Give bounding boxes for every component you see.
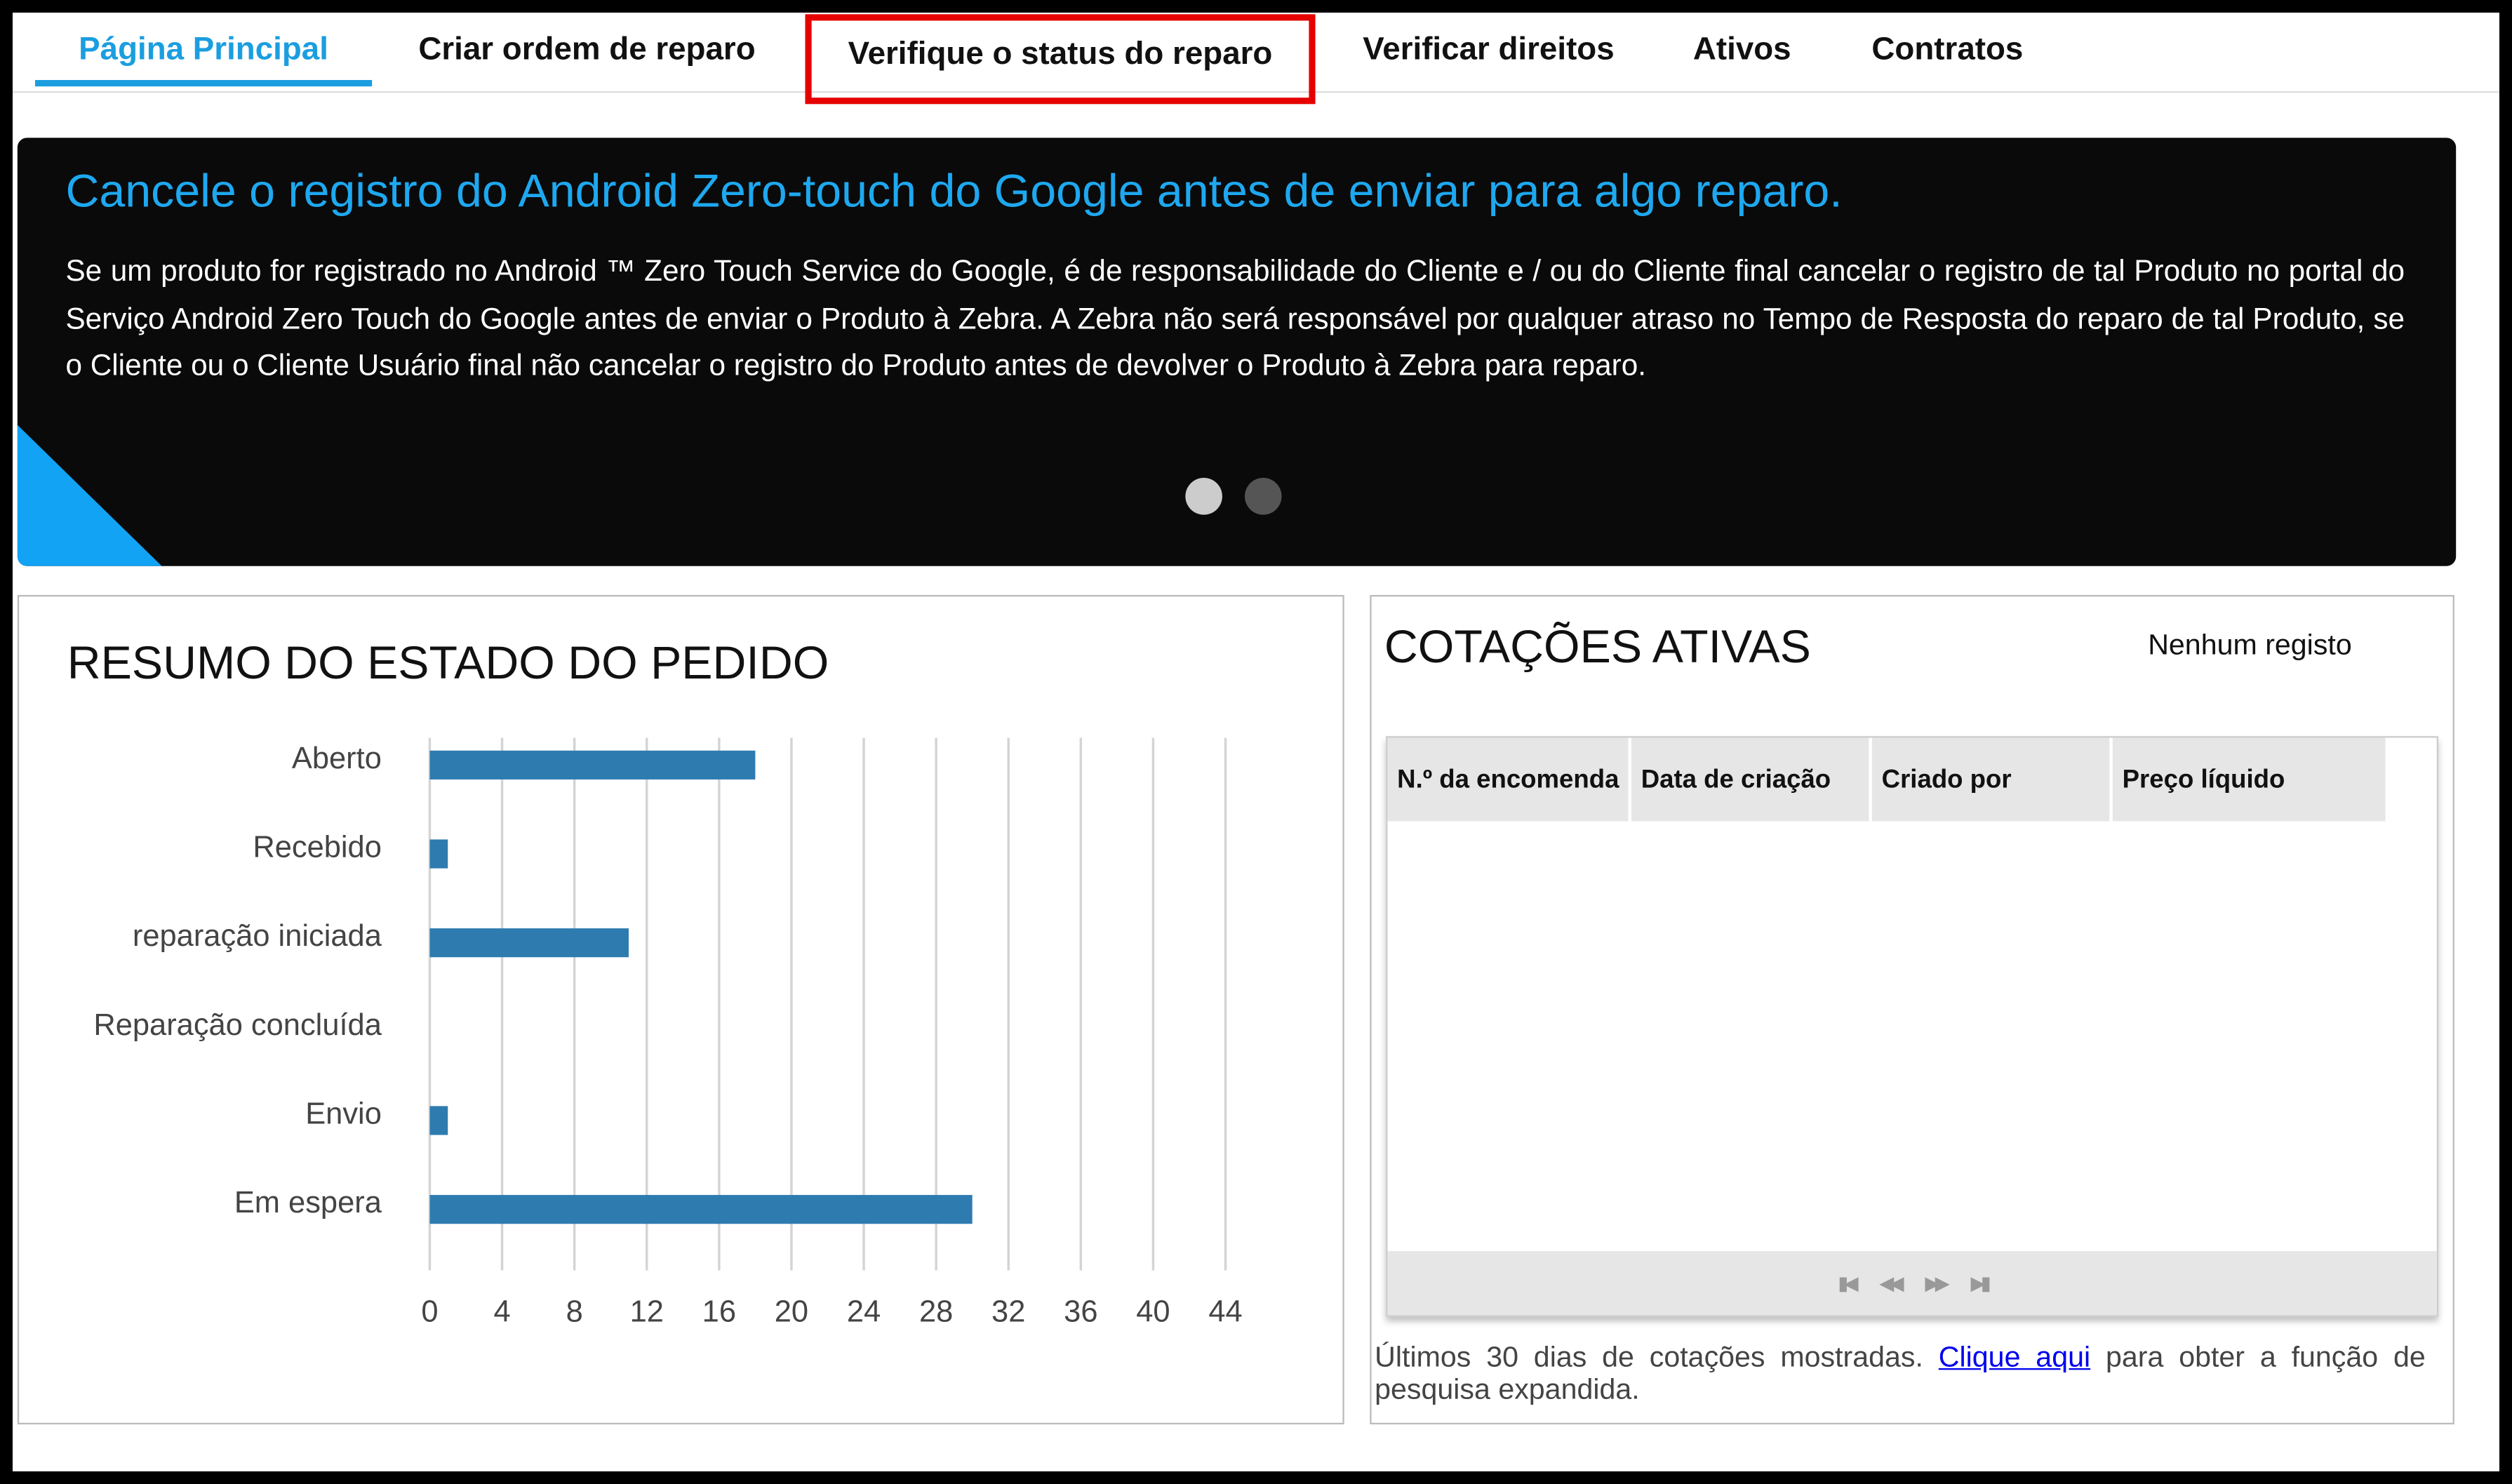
x-tick-label: 20 bbox=[775, 1295, 808, 1329]
category-label: Recebido bbox=[253, 831, 382, 864]
col-order-number[interactable]: N.º da encomenda bbox=[1387, 737, 1631, 822]
carousel-dots bbox=[1185, 478, 1282, 515]
quotes-table: N.º da encomenda Data de criação Criado … bbox=[1386, 736, 2439, 1317]
tab-home[interactable]: Página Principal bbox=[35, 32, 373, 87]
next-page-icon[interactable]: ▶▶ bbox=[1925, 1272, 1950, 1295]
x-tick-label: 28 bbox=[919, 1295, 953, 1329]
first-page-icon[interactable]: ▮◀ bbox=[1838, 1272, 1858, 1295]
tab-create-repair-order[interactable]: Criar ordem de reparo bbox=[392, 32, 783, 86]
x-tick-label: 36 bbox=[1064, 1295, 1097, 1329]
click-here-link[interactable]: Clique aqui bbox=[1939, 1341, 2090, 1373]
no-records-label: Nenhum registo bbox=[2148, 628, 2352, 661]
x-tick-label: 0 bbox=[421, 1295, 438, 1329]
banner-title: Cancele o registro do Android Zero-touch… bbox=[65, 166, 1843, 218]
quotes-footer-note: Últimos 30 dias de cotações mostradas. C… bbox=[1375, 1341, 2426, 1405]
category-label: Em espera bbox=[234, 1186, 382, 1219]
category-label: Envio bbox=[305, 1097, 382, 1131]
x-tick-label: 32 bbox=[991, 1295, 1025, 1329]
footer-text-before: Últimos 30 dias de cotações mostradas. bbox=[1375, 1341, 1939, 1373]
col-creation-date[interactable]: Data de criação bbox=[1631, 737, 1872, 822]
bar bbox=[429, 1106, 448, 1135]
bar bbox=[429, 928, 629, 958]
x-tick-label: 40 bbox=[1136, 1295, 1170, 1329]
tab-contracts[interactable]: Contratos bbox=[1851, 32, 2043, 86]
quotes-table-header: N.º da encomenda Data de criação Criado … bbox=[1387, 737, 2389, 822]
banner-corner-accent bbox=[17, 425, 162, 566]
quotes-pager: ▮◀ ◀◀ ▶▶ ▶▮ bbox=[1387, 1251, 2437, 1316]
active-quotes-panel: COTAÇÕES ATIVAS Nenhum registo N.º da en… bbox=[1370, 594, 2454, 1425]
x-tick-label: 8 bbox=[566, 1295, 583, 1329]
bar bbox=[429, 839, 448, 869]
carousel-dot-2[interactable] bbox=[1244, 478, 1282, 515]
x-tick-label: 24 bbox=[847, 1295, 881, 1329]
x-tick-label: 12 bbox=[630, 1295, 664, 1329]
x-tick-label: 4 bbox=[493, 1295, 510, 1329]
carousel-dot-1[interactable] bbox=[1185, 478, 1222, 515]
order-status-summary-panel: RESUMO DO ESTADO DO PEDIDO 0 4 8 12 16 20 24 28… bbox=[17, 594, 1344, 1425]
bar bbox=[429, 750, 756, 780]
page-frame: Página Principal Criar ordem de reparo V… bbox=[13, 13, 2499, 1471]
category-label: Reparação concluída bbox=[93, 1008, 382, 1042]
quotes-title: COTAÇÕES ATIVAS bbox=[1384, 622, 1811, 674]
announcement-banner: Cancele o registro do Android Zero-touch… bbox=[17, 138, 2457, 566]
status-bar-chart: 0 4 8 12 16 20 24 28 32 36 40 44 Aberto Recebido repar… bbox=[93, 737, 1243, 1329]
bar bbox=[429, 1195, 973, 1224]
category-label: reparação iniciada bbox=[133, 919, 382, 953]
tab-check-entitlements[interactable]: Verificar direitos bbox=[1344, 32, 1634, 86]
last-page-icon[interactable]: ▶▮ bbox=[1970, 1272, 1991, 1295]
prev-page-icon[interactable]: ◀◀ bbox=[1879, 1272, 1904, 1295]
col-created-by[interactable]: Criado por bbox=[1871, 737, 2113, 822]
col-net-price[interactable]: Preço líquido bbox=[2112, 737, 2389, 822]
tab-check-repair-status[interactable]: Verifique o status do reparo bbox=[805, 14, 1316, 105]
x-tick-label: 44 bbox=[1208, 1295, 1242, 1329]
x-tick-label: 16 bbox=[702, 1295, 736, 1329]
banner-text: Se um produto for registrado no Android … bbox=[65, 253, 2405, 382]
top-nav: Página Principal Criar ordem de reparo V… bbox=[13, 13, 2499, 105]
category-label: Aberto bbox=[292, 742, 382, 775]
tab-assets[interactable]: Ativos bbox=[1678, 32, 1806, 86]
